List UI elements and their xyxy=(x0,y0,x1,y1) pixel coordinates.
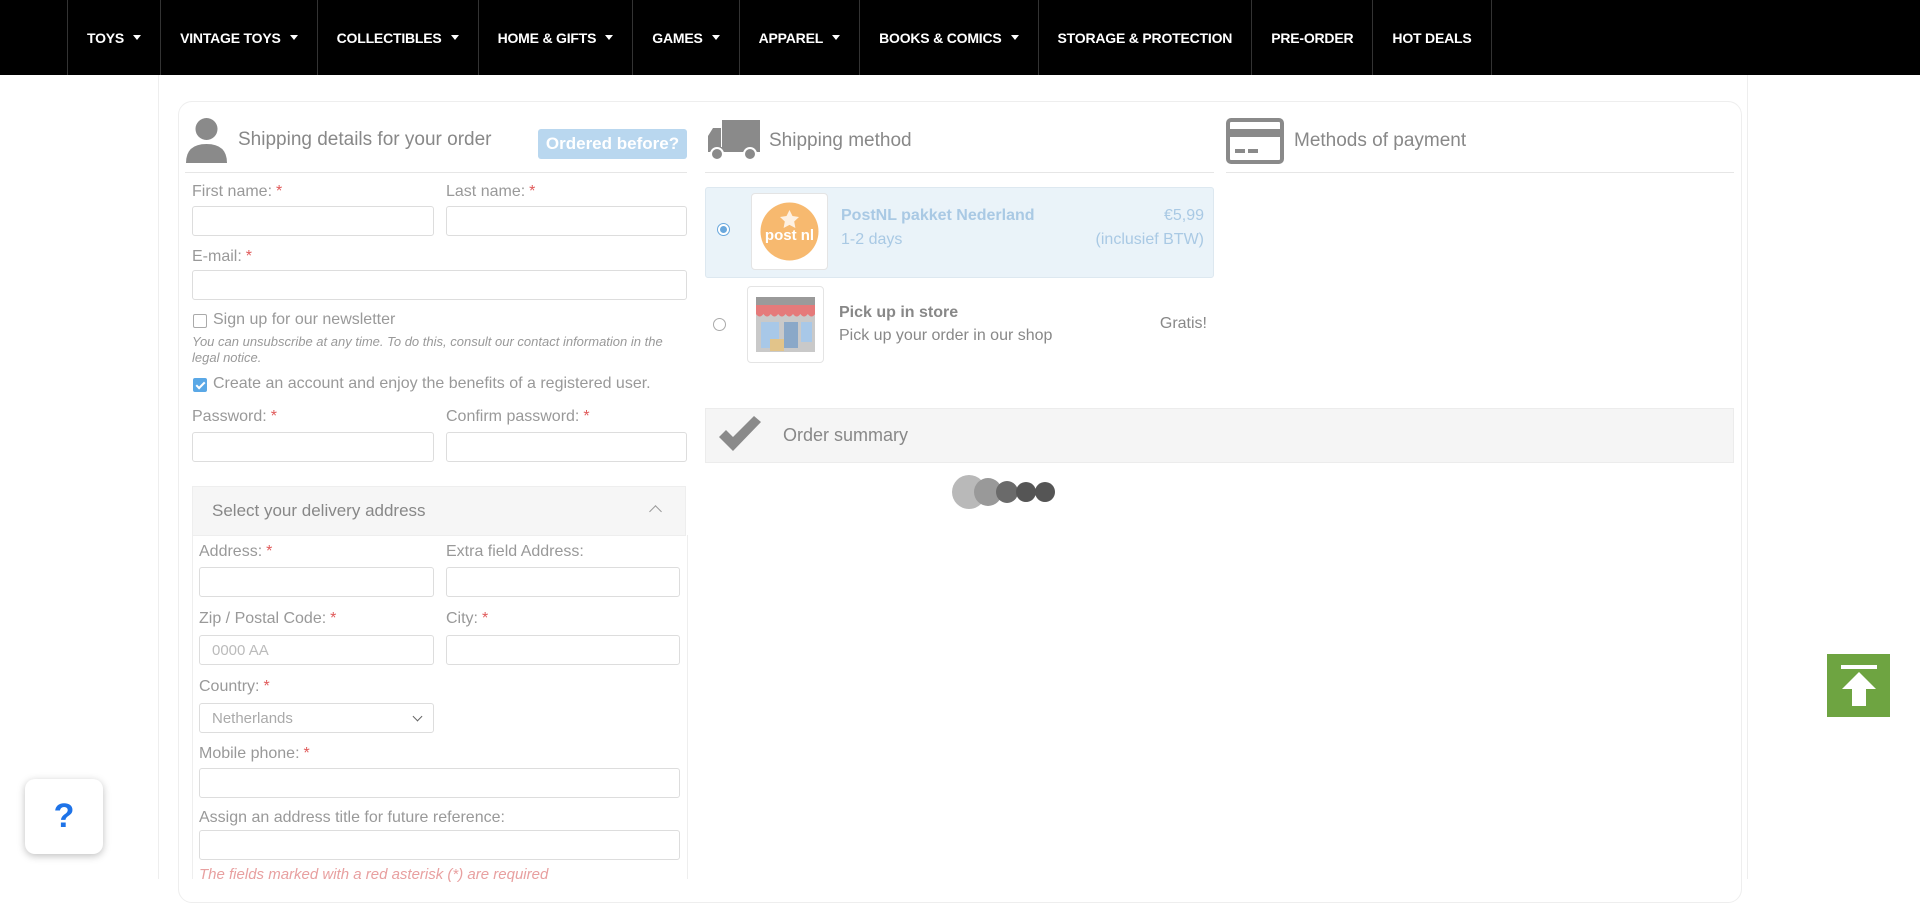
pickup-desc: Pick up your order in our shop xyxy=(839,327,1053,344)
last-name-input[interactable] xyxy=(446,206,687,236)
first-name-label: First name: * xyxy=(192,183,283,200)
nav-item-books-comics[interactable]: BOOKS & COMICS xyxy=(859,0,1037,75)
caret-down-icon xyxy=(450,35,459,40)
postnl-price-note: (inclusief BTW) xyxy=(1095,231,1204,248)
address-input[interactable] xyxy=(199,567,434,597)
extra-address-input[interactable] xyxy=(446,567,680,597)
postnl-logo-text: post nl xyxy=(765,227,814,244)
main-nav: TOYS VINTAGE TOYS COLLECTIBLES HOME & GI… xyxy=(0,0,1920,75)
order-summary-title: Order summary xyxy=(783,425,909,445)
nav-item-toys[interactable]: TOYS xyxy=(67,0,160,75)
payment-header: Methods of payment xyxy=(1226,118,1466,164)
back-to-top-button[interactable] xyxy=(1827,654,1890,717)
store-image xyxy=(747,286,824,363)
chevron-up-icon xyxy=(649,505,662,518)
email-input[interactable] xyxy=(192,270,687,300)
confirm-password-input[interactable] xyxy=(446,432,687,462)
nav-item-storage-protection[interactable]: STORAGE & PROTECTION xyxy=(1037,0,1252,75)
pickup-radio[interactable] xyxy=(713,318,726,331)
password-label: Password: * xyxy=(192,408,277,425)
last-name-label: Last name: * xyxy=(446,183,536,200)
caret-down-icon xyxy=(1010,35,1019,40)
caret-down-icon xyxy=(711,35,720,40)
first-name-input[interactable] xyxy=(192,206,434,236)
postnl-logo-icon: post nl xyxy=(760,202,819,261)
newsletter-checkbox[interactable] xyxy=(193,314,207,328)
divider xyxy=(1226,172,1734,173)
create-account-label: Create an account and enjoy the benefits… xyxy=(213,375,651,392)
newsletter-label: Sign up for our newsletter xyxy=(213,311,396,328)
caret-down-icon xyxy=(133,35,142,40)
page-border-left xyxy=(158,75,159,879)
shipping-option-pickup[interactable]: Pick up in store Pick up your order in o… xyxy=(705,285,1214,363)
address-title-input[interactable] xyxy=(199,830,680,860)
country-select[interactable]: Netherlands xyxy=(199,703,434,733)
postnl-desc: 1-2 days xyxy=(841,231,903,248)
shipping-details-title: Shipping details for your order xyxy=(238,129,492,150)
caret-down-icon xyxy=(832,35,841,40)
caret-down-icon xyxy=(605,35,614,40)
pickup-name: Pick up in store xyxy=(839,304,959,321)
email-label: E-mail: * xyxy=(192,248,253,265)
delivery-address-title: Select your delivery address xyxy=(212,501,426,520)
shipping-details-header: Shipping details for your order xyxy=(185,117,491,163)
extra-address-label: Extra field Address: xyxy=(446,543,584,560)
postnl-name: PostNL pakket Nederland xyxy=(841,207,1035,224)
shipping-option-postnl[interactable]: post nl PostNL pakket Nederland 1-2 days… xyxy=(705,187,1214,278)
newsletter-note: You can unsubscribe at any time. To do t… xyxy=(192,334,663,365)
country-value: Netherlands xyxy=(212,709,293,727)
city-label: City: * xyxy=(446,610,489,627)
postnl-price: €5,99 xyxy=(1163,207,1204,224)
loading-spinner xyxy=(952,475,1055,509)
country-label: Country: * xyxy=(199,678,270,695)
create-account-checkbox[interactable] xyxy=(193,378,207,392)
caret-down-icon xyxy=(289,35,298,40)
nav-item-apparel[interactable]: APPAREL xyxy=(738,0,859,75)
help-button[interactable]: ? xyxy=(25,779,103,854)
truck-icon xyxy=(708,120,760,161)
zip-label: Zip / Postal Code: * xyxy=(199,610,337,627)
nav-item-home-gifts[interactable]: HOME & GIFTS xyxy=(477,0,633,75)
store-icon xyxy=(756,297,816,352)
user-icon xyxy=(186,118,227,163)
ordered-before-button[interactable]: Ordered before? xyxy=(538,129,687,159)
nav-item-vintage-toys[interactable]: VINTAGE TOYS xyxy=(160,0,317,75)
required-fields-note: The fields marked with a red asterisk (*… xyxy=(199,866,549,883)
shipping-method-header: Shipping method xyxy=(708,120,912,162)
zip-input[interactable]: 0000 AA xyxy=(199,635,434,665)
page-border-right xyxy=(1747,75,1748,879)
mobile-phone-input[interactable] xyxy=(199,768,680,798)
divider xyxy=(185,172,687,173)
shipping-method-title: Shipping method xyxy=(769,130,912,151)
nav-item-hot-deals[interactable]: HOT DEALS xyxy=(1372,0,1492,75)
password-input[interactable] xyxy=(192,432,434,462)
nav-item-games[interactable]: GAMES xyxy=(632,0,738,75)
nav-item-pre-order[interactable]: PRE-ORDER xyxy=(1251,0,1372,75)
delivery-address-toggle[interactable]: Select your delivery address xyxy=(192,486,686,536)
arrow-up-icon xyxy=(1840,664,1877,706)
checkmark-icon xyxy=(719,415,761,451)
address-title-label: Assign an address title for future refer… xyxy=(199,809,505,826)
postnl-radio[interactable] xyxy=(717,223,730,236)
nav-item-collectibles[interactable]: COLLECTIBLES xyxy=(316,0,478,75)
city-input[interactable] xyxy=(446,635,680,665)
mobile-phone-label: Mobile phone: * xyxy=(199,745,310,762)
order-summary-bar[interactable]: Order summary xyxy=(705,408,1734,463)
address-label: Address: * xyxy=(199,543,273,560)
chevron-down-icon xyxy=(412,711,423,721)
divider xyxy=(705,172,1214,173)
pickup-price: Gratis! xyxy=(1159,315,1207,332)
payment-title: Methods of payment xyxy=(1294,130,1467,151)
postnl-logo: post nl xyxy=(751,193,828,270)
credit-card-icon xyxy=(1226,118,1284,164)
confirm-password-label: Confirm password: * xyxy=(446,408,590,425)
